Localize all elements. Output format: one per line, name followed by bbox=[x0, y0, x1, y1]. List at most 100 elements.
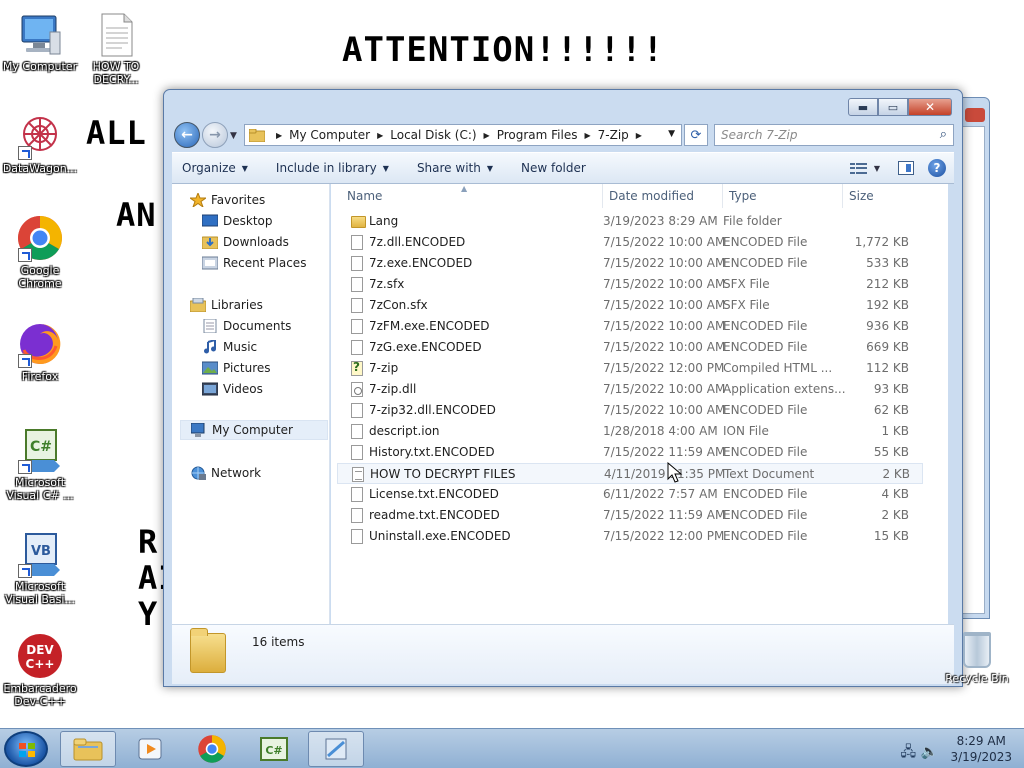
file-icon bbox=[351, 235, 363, 250]
table-row[interactable]: 7-zip32.dll.ENCODED 7/15/2022 10:00 AM E… bbox=[337, 400, 923, 421]
include-in-library-menu[interactable]: Include in library ▼ bbox=[276, 161, 389, 175]
table-row[interactable]: readme.txt.ENCODED 7/15/2022 11:59 AM EN… bbox=[337, 505, 923, 526]
view-details-icon[interactable] bbox=[849, 162, 867, 174]
taskbar-chrome-button[interactable] bbox=[184, 731, 240, 767]
desktop-icon-firefox[interactable]: Firefox bbox=[0, 320, 80, 383]
file-size: 533 KB bbox=[866, 256, 909, 270]
share-with-menu[interactable]: Share with ▼ bbox=[417, 161, 493, 175]
file-date: 7/15/2022 11:59 AM bbox=[603, 508, 726, 522]
desktop-icon-my-computer[interactable]: My Computer bbox=[0, 10, 80, 73]
volume-icon[interactable]: 🔈 bbox=[921, 744, 938, 760]
search-icon[interactable]: ⌕ bbox=[940, 127, 947, 142]
refresh-button[interactable]: ⟳ bbox=[684, 124, 708, 146]
nav-music[interactable]: Music bbox=[202, 337, 257, 357]
view-dropdown-icon[interactable]: ▼ bbox=[874, 164, 880, 173]
taskbar-explorer-button[interactable] bbox=[60, 731, 116, 767]
address-bar[interactable]: ▶ My Computer ▶ Local Disk (C:) ▶ Progra… bbox=[244, 124, 682, 146]
nav-favorites[interactable]: Favorites bbox=[188, 190, 265, 210]
ransom-title: ATTENTION!!!!!! bbox=[342, 30, 665, 70]
clock[interactable]: 8:29 AM 3/19/2023 bbox=[950, 733, 1012, 765]
breadcrumb-my-computer[interactable]: My Computer bbox=[289, 128, 370, 142]
column-header-name[interactable]: Name bbox=[341, 184, 603, 208]
firefox-icon bbox=[16, 320, 64, 368]
recent-pages-dropdown[interactable]: ▼ bbox=[230, 131, 237, 141]
chrome-icon bbox=[16, 214, 64, 262]
file-name: 7-zip bbox=[369, 361, 399, 375]
maximize-button[interactable]: ▭ bbox=[878, 98, 908, 116]
table-row[interactable]: 7zFM.exe.ENCODED 7/15/2022 10:00 AM ENCO… bbox=[337, 316, 923, 337]
close-button[interactable]: ✕ bbox=[908, 98, 952, 116]
organize-label: Organize bbox=[182, 161, 236, 175]
breadcrumb-program-files[interactable]: Program Files bbox=[497, 128, 578, 142]
desktop-icon-chrome[interactable]: Google Chrome bbox=[0, 214, 80, 290]
file-icon bbox=[351, 403, 363, 418]
desktop-icon-recycle-bin[interactable]: Recycle Bin bbox=[940, 632, 1014, 685]
file-icon bbox=[351, 529, 363, 544]
refresh-icon: ⟳ bbox=[690, 127, 702, 143]
nav-my-computer[interactable]: My Computer bbox=[180, 420, 328, 440]
explorer-window[interactable]: ▬ ▭ ✕ ← → ▼ ▶ My Computer ▶ Local Disk (… bbox=[163, 89, 963, 687]
table-row[interactable]: 7z.sfx 7/15/2022 10:00 AM SFX File 212 K… bbox=[337, 274, 923, 295]
nav-network[interactable]: Network bbox=[190, 463, 261, 483]
desktop-icon-devcpp[interactable]: DEV C++ Embarcadero Dev-C++ bbox=[0, 632, 80, 708]
documents-icon bbox=[202, 318, 218, 334]
desktop-icon-visual-csharp[interactable]: C# Microsoft Visual C# ... bbox=[0, 426, 80, 502]
table-row[interactable]: 7-zip 7/15/2022 12:00 PM Compiled HTML .… bbox=[337, 358, 923, 379]
breadcrumb-local-disk[interactable]: Local Disk (C:) bbox=[390, 128, 476, 142]
back-button[interactable]: ← bbox=[174, 122, 200, 148]
desktop-icon-datawagon[interactable]: DataWagon... bbox=[0, 112, 80, 175]
table-row[interactable]: 7zG.exe.ENCODED 7/15/2022 10:00 AM ENCOD… bbox=[337, 337, 923, 358]
search-input[interactable]: Search 7-Zip ⌕ bbox=[714, 124, 954, 146]
desktop-icon-visual-basic[interactable]: VB Microsoft Visual Basi... bbox=[0, 530, 80, 606]
text-document-icon bbox=[352, 467, 364, 482]
forward-button[interactable]: → bbox=[202, 122, 228, 148]
taskbar-visual-csharp-button[interactable]: C# bbox=[246, 731, 302, 767]
file-size: 15 KB bbox=[873, 529, 909, 543]
nav-libraries[interactable]: Libraries bbox=[189, 295, 263, 315]
file-type: Application extens... bbox=[723, 382, 846, 396]
organize-menu[interactable]: Organize ▼ bbox=[182, 161, 248, 175]
network-status-icon[interactable]: 🖧 bbox=[900, 744, 916, 760]
desktop-icon-how-to-decrypt[interactable]: HOW TO DECRY... bbox=[76, 10, 156, 86]
table-row[interactable]: 7z.dll.ENCODED 7/15/2022 10:00 AM ENCODE… bbox=[337, 232, 923, 253]
windows-logo-icon bbox=[19, 743, 35, 757]
table-row[interactable]: 7zCon.sfx 7/15/2022 10:00 AM SFX File 19… bbox=[337, 295, 923, 316]
table-row[interactable]: License.txt.ENCODED 6/11/2022 7:57 AM EN… bbox=[337, 484, 923, 505]
nav-pictures[interactable]: Pictures bbox=[201, 358, 271, 378]
new-folder-button[interactable]: New folder bbox=[521, 161, 586, 175]
nav-label: Music bbox=[223, 340, 258, 354]
table-row[interactable]: Lang 3/19/2023 8:29 AM File folder bbox=[337, 211, 923, 232]
taskbar-media-player-button[interactable] bbox=[122, 731, 178, 767]
table-row[interactable]: 7-zip.dll 7/15/2022 10:00 AM Application… bbox=[337, 379, 923, 400]
file-list[interactable]: Name ▲ Date modified Type Size Lang 3/19… bbox=[331, 184, 948, 624]
minimize-button[interactable]: ▬ bbox=[848, 98, 878, 116]
chevron-right-icon: ▶ bbox=[276, 130, 283, 140]
nav-recent-places[interactable]: Recent Places bbox=[201, 253, 306, 273]
nav-downloads[interactable]: Downloads bbox=[201, 232, 289, 252]
file-name: 7zCon.sfx bbox=[369, 298, 428, 312]
taskbar-notepad-button[interactable] bbox=[308, 731, 364, 767]
table-row-hovered[interactable]: HOW TO DECRYPT FILES 4/11/2019 11:35 PM … bbox=[337, 463, 923, 484]
address-dropdown-icon[interactable]: ▼ bbox=[668, 129, 675, 139]
breadcrumb-7zip[interactable]: 7-Zip bbox=[598, 128, 629, 142]
table-row[interactable]: 7z.exe.ENCODED 7/15/2022 10:00 AM ENCODE… bbox=[337, 253, 923, 274]
table-row[interactable]: descript.ion 1/28/2018 4:00 AM ION File … bbox=[337, 421, 923, 442]
background-window-close[interactable] bbox=[965, 108, 985, 122]
desktop-icon-label: Microsoft Visual C# ... bbox=[6, 476, 74, 502]
nav-documents[interactable]: Documents bbox=[202, 316, 291, 336]
file-icon bbox=[351, 256, 363, 271]
new-folder-label: New folder bbox=[521, 161, 586, 175]
help-icon[interactable]: ? bbox=[928, 159, 946, 177]
column-header-date[interactable]: Date modified bbox=[603, 184, 723, 208]
svg-text:DEV: DEV bbox=[26, 643, 54, 657]
column-header-size[interactable]: Size bbox=[843, 184, 923, 208]
nav-videos[interactable]: Videos bbox=[201, 379, 263, 399]
table-row[interactable]: Uninstall.exe.ENCODED 7/15/2022 12:00 PM… bbox=[337, 526, 923, 547]
column-header-type[interactable]: Type bbox=[723, 184, 843, 208]
start-button[interactable] bbox=[4, 731, 48, 767]
visual-basic-icon: VB bbox=[16, 530, 64, 578]
file-type: ENCODED File bbox=[723, 319, 808, 333]
preview-pane-icon[interactable] bbox=[898, 161, 914, 175]
table-row[interactable]: History.txt.ENCODED 7/15/2022 11:59 AM E… bbox=[337, 442, 923, 463]
nav-desktop[interactable]: Desktop bbox=[201, 211, 273, 231]
